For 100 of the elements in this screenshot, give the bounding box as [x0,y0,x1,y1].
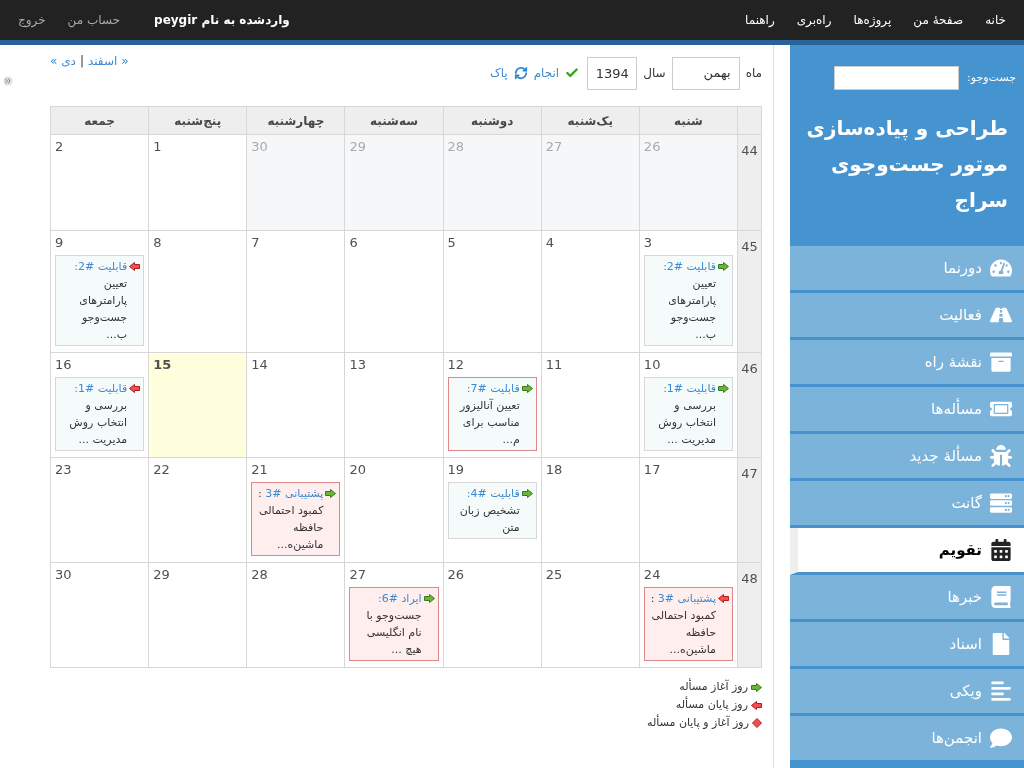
sidebar-menu-item[interactable]: مسأله‌ها [790,387,1024,434]
issue-link[interactable]: قابلیت #1: [74,382,128,395]
day-number: 7 [250,234,261,252]
issue-link[interactable]: قابلیت #4: [466,487,520,500]
issue-link[interactable]: قابلیت #2: [74,260,128,273]
day-number: 24 [642,566,662,584]
weekday-header: سه‌شنبه [344,106,444,135]
top-menu-link[interactable]: راهنما [745,11,775,29]
collapse-icon[interactable] [3,76,13,86]
day-number: 26 [642,138,662,156]
issue-link[interactable]: قابلیت #7: [466,382,520,395]
day-number: 10 [642,356,662,374]
day-number: 11 [544,356,564,374]
day-number: 21 [250,461,269,479]
book-icon [990,586,1012,608]
refresh-icon [513,66,528,80]
document-icon [990,633,1012,655]
gauge-icon [990,257,1012,279]
day-number: 22 [152,461,171,479]
clear-link[interactable]: پاک [489,64,508,82]
top-menu-link[interactable]: پروژه‌ها [853,11,892,29]
sidebar-menu-item[interactable]: گانت [790,481,1024,528]
month-select[interactable]: بهمن [671,56,740,90]
right-arrow-icon [521,489,533,498]
weekday-header: پنج‌شنبه [148,106,247,135]
day-number: 25 [544,566,564,584]
sidebar-menu-item[interactable]: اسناد [790,622,1024,669]
issue-text: قابلیت #7: تعیین آنالیزور مناسب برای م... [458,381,520,448]
day-number: 13 [348,356,367,374]
previous-month-link[interactable]: « دی [50,52,76,70]
year-field[interactable]: 1394 [587,56,638,90]
issue-link[interactable]: ایراد #6: [378,592,422,605]
day-number: 27 [348,566,367,584]
issue-link[interactable]: پشتیبانی #3 [265,487,324,500]
day-number: 29 [152,566,171,584]
issue-text: قابلیت #2: تعیین پارامترهای جست‌وجو ب... [73,259,128,343]
left-arrow-icon [751,700,762,710]
day-number: 12 [446,356,466,374]
day-number: 23 [54,461,73,479]
legend-text: روز پایان مسأله [675,696,748,713]
sidebar-menu-item[interactable]: نقشهٔ راه [790,340,1024,387]
day-number: 8 [152,234,163,252]
right-arrow-icon [423,594,435,603]
day-number: 29 [348,138,367,156]
left-arrow-icon [718,594,729,603]
stacked-bars-icon [990,492,1012,514]
sidebar-menu-item[interactable]: فعالیت [790,293,1024,340]
sidebar-menu-item[interactable]: خبرها [790,575,1024,622]
top-menu-link[interactable]: خانه [985,11,1006,29]
issue-text: پشتیبانی #3 : کمبود احتمالی حافظه ماشین‌ه... [649,591,716,658]
week-number: 46 [737,352,762,458]
check-icon [565,66,580,80]
right-arrow-icon [521,384,533,393]
top-menu-link[interactable]: راه‌بری [796,11,832,29]
diamond-icon [752,718,762,728]
year-label: سال [643,65,666,82]
day-number: 28 [446,138,466,156]
sidebar-menu-item[interactable]: انجمن‌ها [790,716,1024,763]
day-number: 15 [152,356,173,374]
day-number: 6 [348,234,359,252]
weekday-header: چهارشنبه [246,106,345,135]
day-number: 27 [544,138,564,156]
right-arrow-icon [751,682,762,692]
right-arrow-icon [718,384,729,393]
week-number: 47 [737,457,762,563]
right-arrow-icon [718,262,729,271]
sidebar-menu-item[interactable]: ویکی [790,669,1024,716]
weekday-header: دوشنبه [443,106,542,135]
sidebar-menu-item[interactable]: مسألهٔ جدید [790,434,1024,481]
search-field[interactable] [834,66,960,90]
week-number: 45 [737,230,762,353]
left-arrow-icon [129,384,141,393]
apply-link[interactable]: انجام [533,64,560,82]
issue-text: پشتیبانی #3 : کمبود احتمالی حافظه ماشین‌ه... [257,486,324,553]
sidebar-menu-item[interactable]: دورنما [790,246,1024,293]
issue-text: قابلیت #2: تعیین پارامترهای جست‌وجو ب... [662,259,716,343]
issue-link[interactable]: قابلیت #2: [663,260,716,273]
sidebar-menu-item[interactable]: تقویم [790,528,1024,575]
issue-text: ایراد #6: جست‌وجو با نام انگلیسی هیچ ... [365,591,422,658]
right-arrow-icon [325,489,337,498]
search-label: جست‌وجو: [967,69,1016,86]
issue-link[interactable]: قابلیت #1: [663,382,716,395]
weekday-header: یک‌شنبه [541,106,640,135]
next-month-link[interactable]: اسفند » [87,52,129,70]
issue-text: قابلیت #4: تشخیص زبان متن [458,486,520,536]
day-number: 9 [54,234,65,252]
day-number: 30 [250,138,269,156]
day-number: 17 [642,461,662,479]
day-number: 4 [544,234,555,252]
day-number: 28 [250,566,269,584]
top-menu-link[interactable]: صفحهٔ من [913,11,964,29]
archive-box-icon [990,351,1012,373]
day-number: 16 [54,356,73,374]
issue-link[interactable]: پشتیبانی #3 [657,592,716,605]
day-number: 19 [446,461,466,479]
day-number: 3 [642,234,654,252]
day-number: 30 [54,566,73,584]
account-link[interactable]: حساب من [67,11,121,29]
account-link[interactable]: خروج [18,11,46,29]
logged-in-text: واردشده به نام peygir [154,12,290,29]
